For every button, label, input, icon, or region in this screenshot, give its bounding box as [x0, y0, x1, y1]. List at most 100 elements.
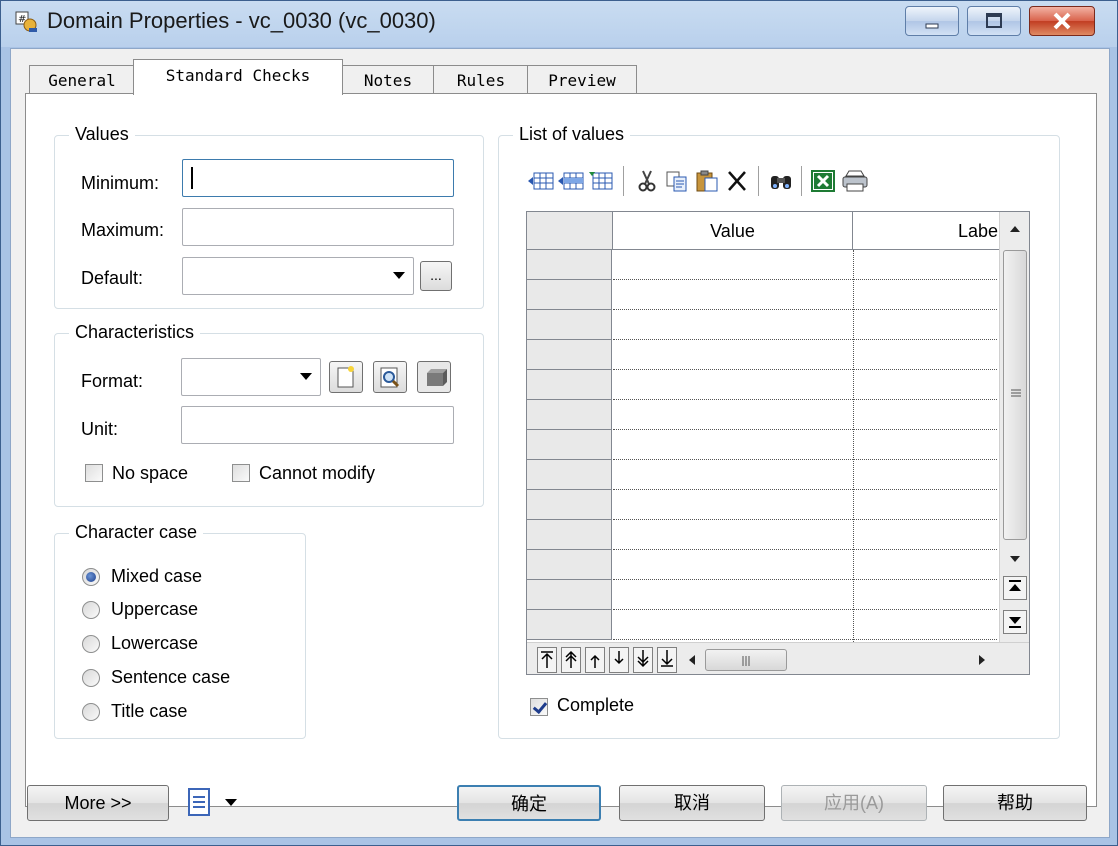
move-down-page-button[interactable]	[633, 647, 653, 673]
format-disabled-button[interactable]	[417, 361, 451, 393]
table-row[interactable]	[613, 489, 997, 490]
title-bar[interactable]: # Domain Properties - vc_0030 (vc_0030)	[1, 1, 1117, 45]
row-header[interactable]	[527, 430, 612, 460]
table-row[interactable]	[613, 339, 997, 340]
insert-row-icon[interactable]	[557, 168, 585, 194]
row-header[interactable]	[527, 280, 612, 310]
excel-icon[interactable]	[809, 168, 837, 194]
column-header-label[interactable]: Labe	[853, 212, 1003, 250]
radio-lowercase[interactable]	[82, 635, 100, 653]
row-header[interactable]	[527, 580, 612, 610]
scroll-right-icon[interactable]	[977, 653, 987, 667]
minimize-icon	[925, 23, 939, 29]
move-up-page-button[interactable]	[561, 647, 581, 673]
row-header[interactable]	[527, 250, 612, 280]
scroll-left-icon[interactable]	[687, 653, 697, 667]
maximum-input[interactable]	[182, 208, 454, 246]
row-header[interactable]	[527, 550, 612, 580]
table-row[interactable]	[613, 579, 997, 580]
add-row-icon[interactable]	[527, 168, 555, 194]
default-ellipsis-button[interactable]: ...	[420, 261, 452, 291]
sentence-case-label[interactable]: Sentence case	[111, 667, 230, 688]
vertical-scrollbar[interactable]	[999, 212, 1029, 642]
add-rows-icon[interactable]	[587, 168, 615, 194]
row-header[interactable]	[527, 310, 612, 340]
format-combobox[interactable]	[181, 358, 321, 396]
unit-input[interactable]	[181, 406, 454, 444]
copy-icon[interactable]	[663, 168, 691, 194]
close-icon	[1053, 12, 1071, 30]
scroll-bottom-button[interactable]	[1003, 610, 1027, 634]
table-row[interactable]	[613, 609, 997, 610]
move-up-button[interactable]	[585, 647, 605, 673]
row-header[interactable]	[527, 490, 612, 520]
table-row[interactable]	[613, 429, 997, 430]
cancel-button[interactable]: 取消	[619, 785, 765, 821]
table-row[interactable]	[613, 369, 997, 370]
tab-general[interactable]: General	[29, 65, 135, 95]
toolbar-separator	[758, 166, 759, 196]
close-button[interactable]	[1029, 6, 1095, 36]
table-row[interactable]	[613, 549, 997, 550]
uppercase-label[interactable]: Uppercase	[111, 599, 198, 620]
table-row[interactable]	[613, 309, 997, 310]
scroll-top-button[interactable]	[1003, 576, 1027, 600]
scroll-up-icon[interactable]	[1008, 224, 1022, 234]
row-header[interactable]	[527, 340, 612, 370]
table-row[interactable]	[613, 279, 997, 280]
row-header[interactable]	[527, 400, 612, 430]
cannot-modify-checkbox[interactable]	[232, 464, 250, 482]
cut-icon[interactable]	[633, 168, 661, 194]
horizontal-scroll-thumb[interactable]	[705, 649, 787, 671]
scroll-down-icon[interactable]	[1008, 554, 1022, 564]
row-header[interactable]	[527, 370, 612, 400]
delete-icon[interactable]	[723, 168, 751, 194]
maximize-button[interactable]	[967, 6, 1021, 36]
move-down-button[interactable]	[609, 647, 629, 673]
list-of-values-grid[interactable]: Value Labe	[526, 211, 1030, 675]
tab-rules[interactable]: Rules	[433, 65, 529, 95]
mixed-case-label[interactable]: Mixed case	[111, 566, 202, 587]
apply-button[interactable]: 应用(A)	[781, 785, 927, 821]
print-icon[interactable]	[841, 168, 869, 194]
table-row[interactable]	[613, 639, 997, 640]
new-format-button[interactable]	[329, 361, 363, 393]
move-top-button[interactable]	[537, 647, 557, 673]
title-case-label[interactable]: Title case	[111, 701, 187, 722]
vertical-scroll-thumb[interactable]	[1003, 250, 1027, 540]
tab-standard-checks[interactable]: Standard Checks	[133, 59, 343, 95]
default-label: Default:	[81, 268, 144, 288]
lowercase-label[interactable]: Lowercase	[111, 633, 198, 654]
table-row[interactable]	[613, 459, 997, 460]
row-header[interactable]	[527, 460, 612, 490]
grid-corner-header[interactable]	[527, 212, 613, 250]
radio-sentence-case[interactable]	[82, 669, 100, 687]
radio-mixed-case[interactable]	[82, 568, 100, 586]
print-options-dropdown[interactable]	[185, 787, 255, 819]
cannot-modify-label[interactable]: Cannot modify	[259, 463, 375, 484]
tab-preview[interactable]: Preview	[527, 65, 637, 95]
more-button[interactable]: More >>	[27, 785, 169, 821]
table-row[interactable]	[613, 519, 997, 520]
format-properties-button[interactable]	[373, 361, 407, 393]
no-space-label[interactable]: No space	[112, 463, 188, 484]
format-edit-icon	[427, 369, 447, 386]
move-bottom-button[interactable]	[657, 647, 677, 673]
ok-button[interactable]: 确定	[457, 785, 601, 821]
help-button[interactable]: 帮助	[943, 785, 1087, 821]
paste-icon[interactable]	[693, 168, 721, 194]
find-icon[interactable]	[767, 168, 795, 194]
tab-notes[interactable]: Notes	[341, 65, 435, 95]
minimum-input[interactable]	[182, 159, 454, 197]
minimize-button[interactable]	[905, 6, 959, 36]
radio-uppercase[interactable]	[82, 601, 100, 619]
default-combobox[interactable]	[182, 257, 414, 295]
no-space-checkbox[interactable]	[85, 464, 103, 482]
row-header[interactable]	[527, 610, 612, 640]
row-header[interactable]	[527, 520, 612, 550]
radio-title-case[interactable]	[82, 703, 100, 721]
complete-checkbox[interactable]	[530, 698, 548, 716]
table-row[interactable]	[613, 399, 997, 400]
column-header-value[interactable]: Value	[613, 212, 853, 250]
complete-label[interactable]: Complete	[557, 695, 634, 716]
